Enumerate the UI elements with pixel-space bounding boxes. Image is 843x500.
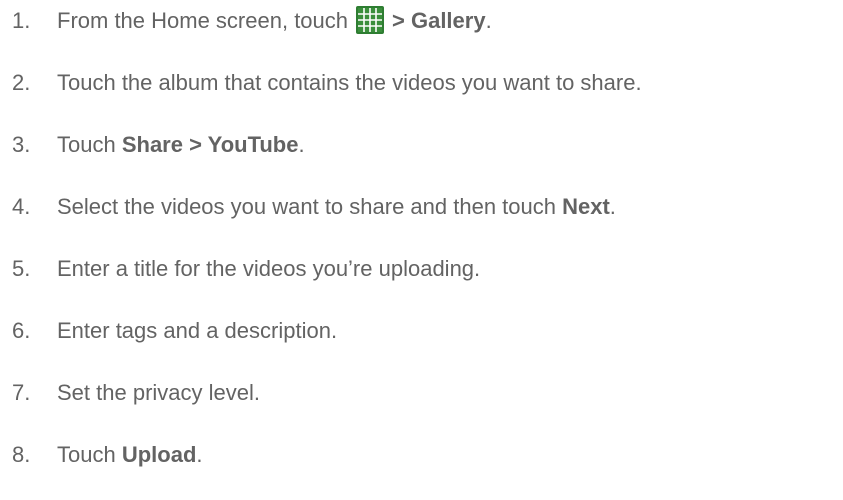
step-text: Set the privacy level. [57, 380, 260, 405]
step-3: 3. Touch Share > YouTube . [0, 130, 305, 160]
step-bold-text: > Gallery [392, 8, 486, 33]
step-1: 1. From the Home screen, touch > Gallery… [0, 6, 492, 36]
step-6: 6. Enter tags and a description. [0, 316, 337, 346]
step-text: Enter tags and a description. [57, 318, 338, 343]
step-number: 8. [12, 442, 31, 467]
step-2: 2. Touch the album that contains the vid… [0, 68, 642, 98]
step-trailing-text: . [298, 132, 305, 157]
step-number: 7. [12, 380, 31, 405]
step-text: Touch [57, 132, 122, 157]
step-trailing-text: . [196, 442, 203, 467]
step-4: 4. Select the videos you want to share a… [0, 192, 616, 222]
step-number: 1. [12, 8, 31, 33]
step-trailing-text: . [609, 194, 616, 219]
step-7: 7. Set the privacy level. [0, 378, 260, 408]
step-8: 8. Touch Upload . [0, 440, 203, 470]
step-bold-text: Upload [121, 442, 197, 467]
step-text: Select the videos you want to share and … [57, 194, 563, 219]
step-number: 2. [12, 70, 31, 95]
step-number: 3. [12, 132, 31, 157]
step-text: From the Home screen, touch [57, 8, 349, 33]
step-number: 5. [12, 256, 31, 281]
step-bold-text: Share > YouTube [121, 132, 299, 157]
step-number: 4. [12, 194, 31, 219]
step-text: Touch the album that contains the videos… [57, 70, 642, 95]
step-bold-text: Next [562, 194, 610, 219]
step-5: 5. Enter a title for the videos you’re u… [0, 254, 480, 284]
step-text: Touch [57, 442, 122, 467]
step-number: 6. [12, 318, 31, 343]
step-trailing-text: . [485, 8, 492, 33]
apps-grid-icon [356, 6, 385, 34]
step-text: Enter a title for the videos you’re uplo… [57, 256, 481, 281]
